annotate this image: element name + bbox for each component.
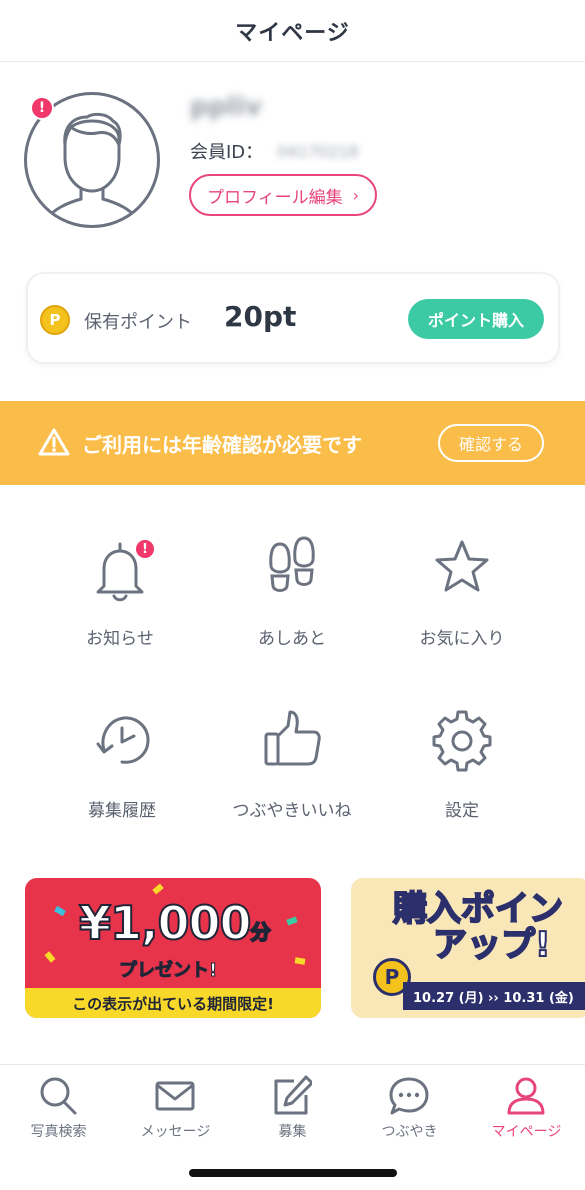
promo-title-line1: 購入ポイン: [392, 889, 564, 929]
avatar-alert-badge: !: [30, 96, 54, 120]
member-id-value: 04170218: [277, 141, 359, 161]
menu-item-tweet-likes[interactable]: つぶやきいいね: [202, 692, 382, 842]
thumbs-up-icon: [264, 710, 321, 766]
tab-recruit[interactable]: 募集: [234, 1065, 351, 1155]
promo-amount: ¥1,000分: [78, 895, 272, 951]
promo-date-range: 10.27 (月) ›› 10.31 (金): [403, 982, 585, 1010]
menu-grid: ! お知らせ あしあと お気に入り 募集履歴 つぶやきいいね 設定: [0, 520, 585, 850]
edit-profile-label: プロフィール編集: [206, 187, 343, 208]
tab-label-photo-search: 写真検索: [30, 1124, 87, 1140]
point-coin-icon: P: [40, 305, 70, 335]
tab-label-tweets: つぶやき: [381, 1124, 438, 1140]
member-id-row: 会員ID： 04170218: [190, 138, 359, 164]
menu-label-post-history: 募集履歴: [88, 801, 156, 821]
confetti: [286, 916, 298, 926]
confetti: [44, 951, 56, 963]
confetti: [54, 905, 66, 917]
promo-amount-value: ¥1,000: [78, 895, 253, 951]
age-verification-banner[interactable]: ご利用には年齢確認が必要です 確認する: [0, 401, 585, 485]
page-title: マイページ: [235, 20, 350, 46]
promo-amount-unit: 分: [250, 919, 272, 945]
star-icon: [435, 540, 489, 592]
edit-profile-button[interactable]: プロフィール編集 ›: [189, 174, 377, 216]
footprints-icon: [269, 536, 315, 592]
menu-label-footprints: あしあと: [258, 629, 326, 649]
tab-label-my-page: マイページ: [491, 1124, 562, 1140]
notification-alert-badge: !: [134, 538, 156, 560]
person-icon: [507, 1077, 545, 1115]
tab-label-recruit: 募集: [278, 1124, 307, 1140]
menu-item-notifications[interactable]: ! お知らせ: [30, 520, 210, 670]
age-verification-text: ご利用には年齢確認が必要です: [82, 433, 362, 457]
tab-messages[interactable]: メッセージ: [117, 1065, 234, 1155]
points-value: 20pt: [224, 300, 297, 333]
menu-label-tweet-likes: つぶやきいいね: [232, 801, 352, 821]
chevron-right-icon: ›: [352, 185, 360, 205]
member-id-label: 会員ID：: [190, 142, 264, 163]
menu-label-favorites: お気に入り: [419, 629, 505, 649]
points-label: 保有ポイント: [84, 312, 192, 333]
promo-point-up-title: 購入ポイン アップ!: [392, 889, 564, 965]
confetti: [294, 957, 306, 965]
tab-tweets[interactable]: つぶやき: [351, 1065, 468, 1155]
promo-title-line2: アップ!: [432, 924, 552, 965]
promo-limited-strip: この表示が出ている期間限定!: [25, 988, 321, 1018]
confetti: [152, 883, 164, 895]
username: ppliv: [190, 92, 262, 122]
promo-banner-1000yen[interactable]: ¥1,000分 プレゼント! この表示が出ている期間限定!: [25, 878, 321, 1018]
tab-my-page[interactable]: マイページ: [468, 1065, 585, 1155]
menu-label-settings: 設定: [445, 801, 479, 821]
points-card: P 保有ポイント 20pt ポイント購入: [26, 272, 560, 364]
home-indicator[interactable]: [189, 1169, 397, 1177]
menu-item-post-history[interactable]: 募集履歴: [32, 692, 212, 842]
promo-banner-point-up[interactable]: 購入ポイン アップ! P 10.27 (月) ›› 10.31 (金): [351, 878, 585, 1018]
menu-label-notifications: お知らせ: [86, 629, 154, 649]
history-clock-icon: [96, 716, 150, 764]
confirm-age-button[interactable]: 確認する: [438, 424, 544, 462]
menu-item-settings[interactable]: 設定: [372, 692, 552, 842]
tab-photo-search[interactable]: 写真検索: [0, 1065, 117, 1155]
tab-label-messages: メッセージ: [140, 1124, 211, 1140]
menu-item-footprints[interactable]: あしあと: [202, 520, 382, 670]
buy-points-button[interactable]: ポイント購入: [408, 299, 544, 339]
chat-bubble-icon: [389, 1077, 429, 1115]
profile-section: ! ppliv 会員ID： 04170218 プロフィール編集 ›: [0, 62, 585, 267]
warning-icon: [38, 428, 70, 456]
header: マイページ: [0, 0, 585, 62]
promo-present-text: プレゼント!: [118, 960, 218, 982]
menu-item-favorites[interactable]: お気に入り: [372, 520, 552, 670]
gear-icon: [432, 710, 492, 772]
edit-icon: [274, 1075, 312, 1115]
search-icon: [40, 1077, 77, 1115]
mail-icon: [155, 1081, 195, 1111]
